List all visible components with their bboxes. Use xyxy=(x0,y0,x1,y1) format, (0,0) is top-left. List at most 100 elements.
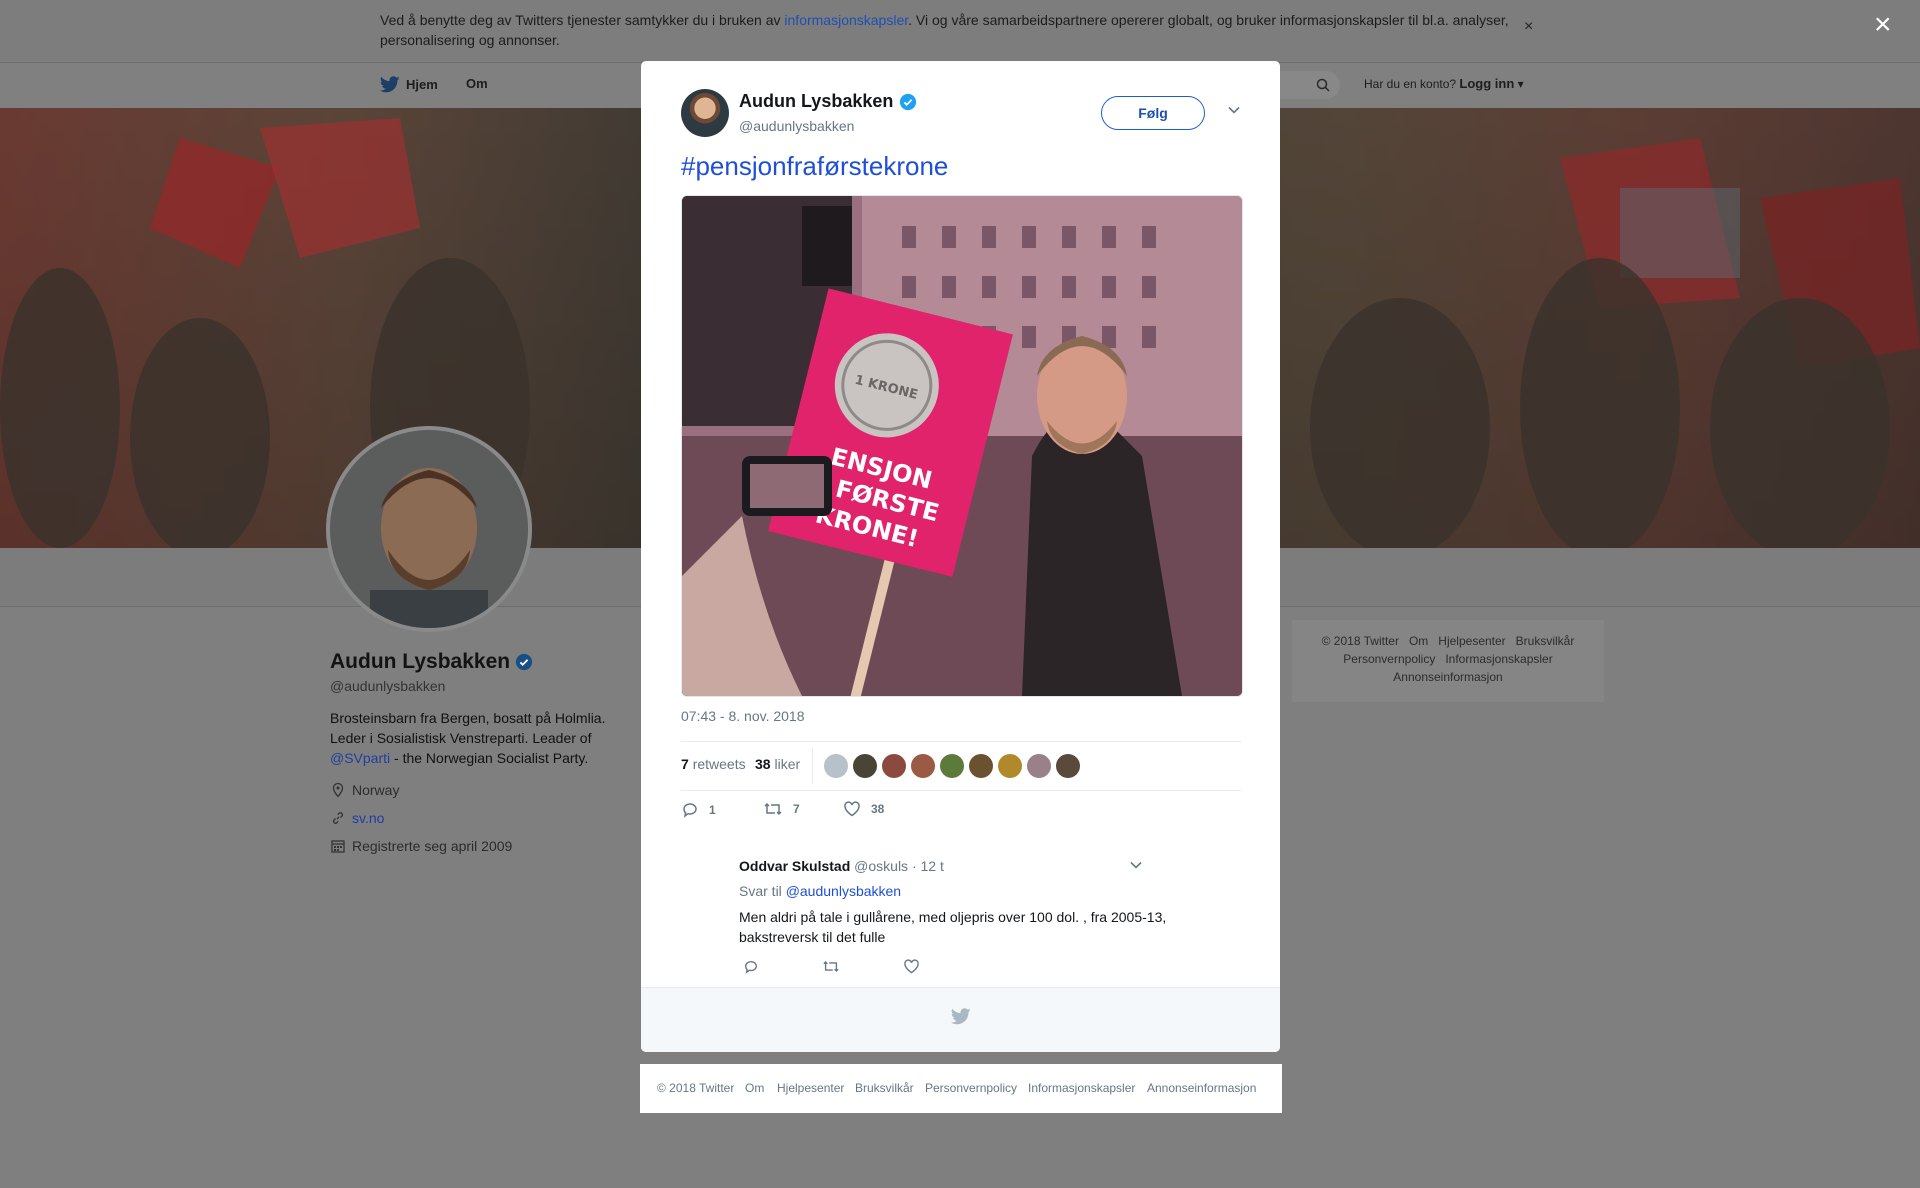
retweet-icon xyxy=(823,961,839,972)
side-footer-privacy[interactable]: Personvernpolicy xyxy=(1343,652,1435,666)
retweet-button[interactable]: 7 xyxy=(763,801,800,817)
reply-icon xyxy=(683,803,697,818)
chevron-down-icon[interactable] xyxy=(1129,860,1143,870)
footer-ads[interactable]: Annonseinformasjon xyxy=(1147,1081,1256,1095)
reply-tweet: Oddvar Skulstad @oskuls · 12 t Svar til … xyxy=(739,858,1239,979)
author-handle[interactable]: @audunlysbakken xyxy=(739,118,854,134)
reply-header: Oddvar Skulstad @oskuls · 12 t xyxy=(739,858,1239,874)
bio-text-1: Brosteinsbarn fra Bergen, bosatt på Holm… xyxy=(330,710,606,746)
retweets-label: retweets xyxy=(692,756,746,772)
liker-avatar[interactable] xyxy=(853,754,877,778)
account-login[interactable]: Har du en konto? Logg inn ▾ xyxy=(1364,76,1524,91)
liker-avatar[interactable] xyxy=(882,754,906,778)
reply-icon xyxy=(744,961,757,974)
author-avatar[interactable] xyxy=(681,89,729,137)
liker-avatar[interactable] xyxy=(940,754,964,778)
like-button[interactable]: 38 xyxy=(843,801,884,817)
close-overlay-button[interactable]: × xyxy=(1874,10,1892,40)
tweet-header: Audun Lysbakken @audunlysbakken Følg xyxy=(681,89,1241,139)
search-icon xyxy=(1316,78,1330,92)
author-name-text: Audun Lysbakken xyxy=(739,91,894,111)
heart-icon xyxy=(904,959,919,974)
tweet-photo[interactable]: 1 KRONE ENSJON A FØRSTE KRONE! xyxy=(681,195,1243,697)
reply-reply-button[interactable] xyxy=(743,959,759,980)
cookie-banner-text: Ved å benytte deg av Twitters tjenester … xyxy=(380,10,1510,50)
footer-cookies[interactable]: Informasjonskapsler xyxy=(1028,1081,1135,1095)
liker-avatar[interactable] xyxy=(824,754,848,778)
profile-name: Audun Lysbakken xyxy=(330,650,630,674)
profile-avatar[interactable] xyxy=(326,426,532,632)
tweet-hashtag[interactable]: #pensjonfraførstekrone xyxy=(681,151,948,182)
tweet-actions: 1 7 38 xyxy=(681,801,1241,825)
reply-to-link[interactable]: @audunlysbakken xyxy=(786,883,901,899)
footer-om[interactable]: Om xyxy=(745,1081,764,1095)
sidebar-footer: © 2018 Twitter Om Hjelpesenter Bruksvilkår … xyxy=(1292,620,1604,702)
cookie-policy-link[interactable]: informasjonskapsler xyxy=(784,12,908,28)
follow-button[interactable]: Følg xyxy=(1101,96,1205,130)
author-name[interactable]: Audun Lysbakken xyxy=(739,91,917,112)
reply-button[interactable]: 1 xyxy=(681,801,716,819)
reply-author-handle[interactable]: @oskuls xyxy=(854,858,908,874)
liker-avatar[interactable] xyxy=(998,754,1022,778)
reply-count: 1 xyxy=(709,803,716,817)
likers-avatars xyxy=(824,754,1080,778)
reply-to-label: Svar til xyxy=(739,883,782,899)
reply-author-name[interactable]: Oddvar Skulstad xyxy=(739,858,850,874)
modal-bottom-bar xyxy=(641,987,1280,1052)
cookie-text-before: Ved å benytte deg av Twitters tjenester … xyxy=(380,12,785,28)
bio-mention-link[interactable]: @SVparti xyxy=(330,750,390,766)
reply-like-button[interactable] xyxy=(903,959,920,979)
retweet-icon xyxy=(764,802,782,816)
side-footer-help[interactable]: Hjelpesenter xyxy=(1438,634,1505,648)
avatar-portrait xyxy=(330,430,528,628)
caret-down-icon: ▾ xyxy=(1514,77,1524,91)
profile-url: sv.no xyxy=(330,804,630,832)
footer-copyright: © 2018 Twitter xyxy=(657,1081,735,1095)
retweets-stat[interactable]: 7 retweets xyxy=(681,756,746,772)
liker-avatar[interactable] xyxy=(1027,754,1051,778)
cookie-banner: Ved å benytte deg av Twitters tjenester … xyxy=(0,0,1920,63)
like-count: 38 xyxy=(871,802,885,816)
side-footer-ads[interactable]: Annonseinformasjon xyxy=(1393,670,1502,684)
retweets-count: 7 xyxy=(681,756,689,772)
profile-location: Norway xyxy=(330,776,630,804)
joined-text: Registrerte seg april 2009 xyxy=(352,838,513,854)
liker-avatar[interactable] xyxy=(1056,754,1080,778)
chevron-down-icon[interactable] xyxy=(1227,105,1241,115)
tweet-timestamp[interactable]: 07:43 - 8. nov. 2018 xyxy=(681,708,805,724)
reply-actions xyxy=(739,959,1239,979)
footer-help[interactable]: Hjelpesenter xyxy=(777,1081,844,1095)
location-pin-icon xyxy=(332,782,344,798)
reply-text: Men aldri på tale i gullårene, med oljep… xyxy=(739,909,1167,945)
side-footer-terms[interactable]: Bruksvilkår xyxy=(1516,634,1575,648)
side-footer-cookies[interactable]: Informasjonskapsler xyxy=(1445,652,1552,666)
likes-label: liker xyxy=(774,756,801,772)
twitter-bird-icon xyxy=(951,1008,971,1025)
modal-footer: © 2018 Twitter Om Hjelpesenter Bruksvilk… xyxy=(640,1064,1282,1113)
verified-badge-icon xyxy=(515,653,533,671)
liker-avatar[interactable] xyxy=(969,754,993,778)
tweet-stats: 7 retweets 38 liker xyxy=(681,741,1241,791)
reply-time[interactable]: · 12 t xyxy=(912,858,944,874)
retweet-count: 7 xyxy=(793,802,800,816)
footer-terms[interactable]: Bruksvilkår xyxy=(855,1081,914,1095)
liker-avatar[interactable] xyxy=(911,754,935,778)
cookie-close-button[interactable]: × xyxy=(1524,18,1533,36)
verified-badge-icon xyxy=(900,93,917,110)
calendar-icon xyxy=(331,840,345,853)
nav-home[interactable]: Hjem xyxy=(380,76,438,93)
twitter-bird-icon xyxy=(380,76,400,93)
location-text: Norway xyxy=(352,782,400,798)
likes-count: 38 xyxy=(755,756,771,772)
nav-home-label: Hjem xyxy=(406,77,438,92)
profile-bio: Brosteinsbarn fra Bergen, bosatt på Holm… xyxy=(330,708,630,768)
profile-url-link[interactable]: sv.no xyxy=(352,810,384,826)
profile-handle: @audunlysbakken xyxy=(330,678,446,694)
nav-about[interactable]: Om xyxy=(466,76,488,91)
footer-privacy[interactable]: Personvernpolicy xyxy=(925,1081,1017,1095)
reply-retweet-button[interactable] xyxy=(822,959,840,979)
tweet-photo-illustration: 1 KRONE ENSJON A FØRSTE KRONE! xyxy=(682,196,1242,696)
likes-stat[interactable]: 38 liker xyxy=(755,756,800,772)
side-footer-om[interactable]: Om xyxy=(1409,634,1428,648)
login-link[interactable]: Logg inn xyxy=(1459,76,1514,91)
